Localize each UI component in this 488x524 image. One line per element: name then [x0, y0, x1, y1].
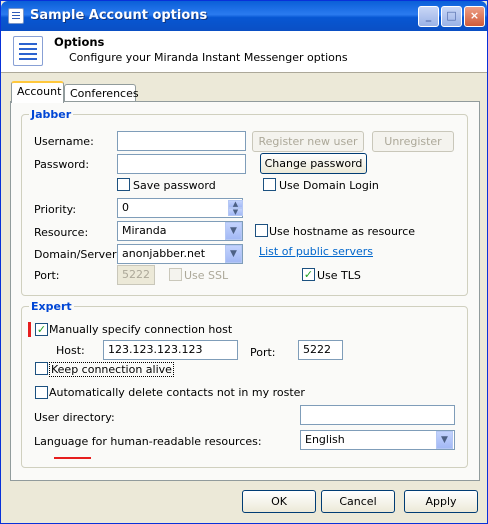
- auto-delete-label: Automatically delete contacts not in my …: [49, 386, 305, 399]
- domain-server-label: Domain/Server:: [34, 248, 120, 261]
- expert-port-input[interactable]: 5222: [298, 340, 343, 360]
- tab-account[interactable]: Account: [11, 81, 64, 103]
- title-bar[interactable]: Sample Account options _ □ ×: [1, 1, 487, 31]
- minimize-button[interactable]: _: [418, 6, 439, 27]
- cancel-button[interactable]: Cancel: [321, 490, 395, 513]
- password-label: Password:: [34, 158, 90, 171]
- manual-host-checkbox[interactable]: ✓: [35, 323, 48, 336]
- options-header: Options Configure your Miranda Instant M…: [1, 31, 487, 73]
- header-subtitle: Configure your Miranda Instant Messenger…: [69, 51, 348, 64]
- priority-down-icon[interactable]: ▼: [228, 208, 243, 216]
- header-title: Options: [54, 35, 105, 49]
- host-input[interactable]: 123.123.123.123: [103, 340, 238, 360]
- user-directory-label: User directory:: [34, 411, 115, 424]
- jabber-port-input: 5222: [117, 265, 155, 285]
- host-label: Host:: [56, 344, 85, 357]
- use-hostname-label: Use hostname as resource: [269, 225, 416, 238]
- password-input[interactable]: [117, 154, 246, 174]
- highlight-marker: [28, 322, 31, 337]
- ok-button[interactable]: OK: [242, 490, 316, 513]
- unregister-button: Unregister: [372, 131, 454, 152]
- use-tls-checkbox[interactable]: ✓: [302, 268, 315, 281]
- account-options-window: Sample Account options _ □ × Options Con…: [0, 0, 488, 524]
- use-tls-label: Use TLS: [317, 269, 361, 282]
- user-directory-input[interactable]: [300, 405, 455, 425]
- window-title: Sample Account options: [30, 8, 208, 23]
- priority-input[interactable]: 0: [117, 198, 243, 218]
- auto-delete-checkbox[interactable]: [35, 386, 48, 399]
- language-select[interactable]: English: [300, 430, 455, 450]
- host-label-underline: [54, 457, 91, 459]
- use-domain-login-label: Use Domain Login: [279, 179, 379, 192]
- save-password-label: Save password: [133, 179, 216, 192]
- use-ssl-checkbox: [169, 268, 182, 281]
- manual-host-label: Manually specify connection host: [49, 323, 233, 336]
- resource-dropdown-icon[interactable]: ▼: [225, 222, 242, 240]
- keep-alive-label: Keep connection alive: [49, 362, 174, 377]
- keep-alive-checkbox[interactable]: [35, 362, 48, 375]
- use-domain-login-checkbox[interactable]: [263, 178, 276, 191]
- expert-port-label: Port:: [250, 346, 276, 359]
- public-servers-link[interactable]: List of public servers: [259, 245, 373, 258]
- username-input[interactable]: [117, 131, 246, 151]
- maximize-button[interactable]: □: [441, 6, 462, 27]
- language-label: Language for human-readable resources:: [34, 435, 262, 448]
- options-app-icon: [8, 8, 24, 24]
- port-label: Port:: [34, 269, 60, 282]
- use-ssl-label: Use SSL: [184, 269, 229, 282]
- priority-label: Priority:: [34, 203, 77, 216]
- apply-button[interactable]: Apply: [404, 490, 478, 513]
- save-password-checkbox[interactable]: [117, 178, 130, 191]
- language-dropdown-icon[interactable]: ▼: [436, 431, 453, 449]
- domain-server-dropdown-icon[interactable]: ▼: [225, 245, 242, 263]
- priority-up-icon[interactable]: ▲: [228, 200, 243, 208]
- username-label: Username:: [34, 135, 94, 148]
- close-button[interactable]: ×: [464, 6, 485, 27]
- register-new-user-button: Register new user: [252, 131, 364, 152]
- expert-group-label: Expert: [29, 300, 74, 313]
- change-password-button[interactable]: Change password: [260, 153, 367, 174]
- account-tab-panel: Jabber Username: Register new user Unreg…: [10, 101, 480, 481]
- options-icon: [13, 36, 43, 66]
- use-hostname-checkbox[interactable]: [255, 224, 268, 237]
- jabber-group-label: Jabber: [29, 108, 74, 121]
- resource-label: Resource:: [34, 226, 89, 239]
